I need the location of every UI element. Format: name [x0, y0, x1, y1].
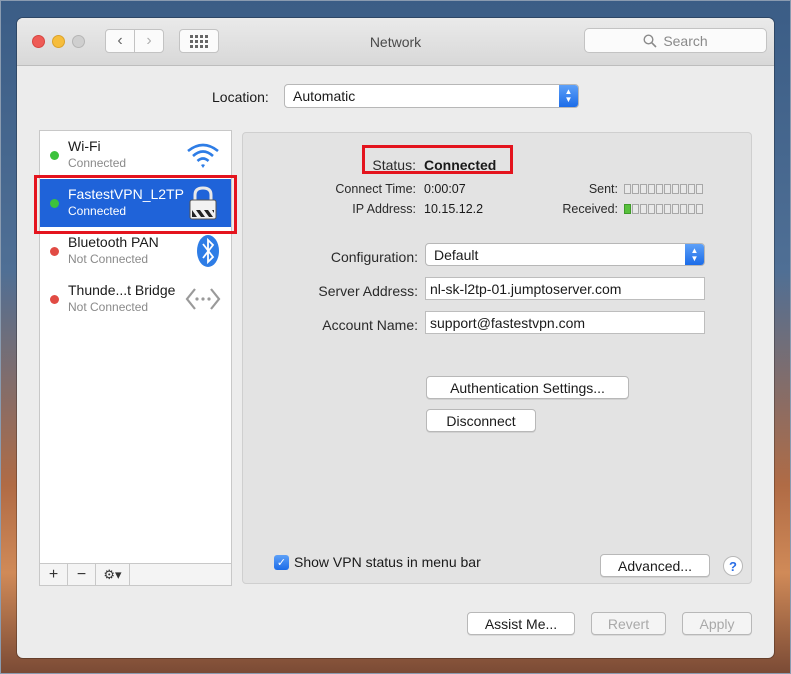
location-label: Location:: [212, 89, 269, 105]
service-list-toolbar: + − ⚙▾: [40, 563, 231, 585]
account-name-input[interactable]: support@fastestvpn.com: [425, 311, 705, 334]
wifi-icon: [187, 143, 219, 168]
sent-label: Sent:: [588, 182, 618, 196]
configuration-value: Default: [434, 246, 479, 263]
connect-time-value: 0:00:07: [424, 182, 466, 196]
location-select[interactable]: Automatic ▲ ▼: [284, 84, 579, 108]
advanced-button[interactable]: Advanced...: [600, 554, 710, 577]
gear-menu-button[interactable]: ⚙▾: [96, 564, 130, 585]
service-name: Wi-Fi: [68, 138, 101, 154]
thunderbolt-bridge-icon: [185, 288, 221, 310]
bluetooth-icon: [197, 235, 219, 267]
title-bar: ‹ › Network Search: [17, 18, 774, 66]
received-meter: [624, 204, 703, 214]
status-dot: [50, 295, 59, 304]
network-preferences-window: ‹ › Network Search Location: Automatic ▲…: [17, 18, 774, 658]
service-item-bluetooth-pan[interactable]: Bluetooth PAN Not Connected: [40, 227, 231, 275]
service-status: Not Connected: [68, 300, 149, 314]
show-vpn-status-label: Show VPN status in menu bar: [294, 554, 481, 570]
configuration-label: Configuration:: [330, 249, 418, 265]
connect-time-label: Connect Time:: [335, 182, 416, 196]
checkmark-icon: ✓: [276, 557, 287, 569]
updown-arrows-icon: ▲ ▼: [685, 244, 704, 265]
server-address-input[interactable]: nl-sk-l2tp-01.jumptoserver.com: [425, 277, 705, 300]
revert-button[interactable]: Revert: [591, 612, 666, 635]
search-icon: [643, 33, 657, 48]
search-placeholder: Search: [663, 32, 708, 49]
show-vpn-status-checkbox[interactable]: ✓: [274, 555, 289, 570]
service-name: Thunde...t Bridge: [68, 282, 176, 298]
apply-button[interactable]: Apply: [682, 612, 752, 635]
help-button[interactable]: ?: [723, 556, 743, 576]
server-address-label: Server Address:: [318, 283, 418, 299]
service-status: Not Connected: [68, 252, 149, 266]
account-name-label: Account Name:: [322, 317, 418, 333]
search-field[interactable]: Search: [584, 28, 767, 53]
service-status: Connected: [68, 156, 127, 170]
updown-arrows-icon: ▲ ▼: [559, 85, 578, 107]
status-dot: [50, 247, 59, 256]
ip-address-value: 10.15.12.2: [424, 202, 484, 216]
service-name: Bluetooth PAN: [68, 234, 159, 250]
status-dot: [50, 151, 59, 160]
disconnect-button[interactable]: Disconnect: [426, 409, 536, 432]
authentication-settings-button[interactable]: Authentication Settings...: [426, 376, 629, 399]
assist-me-button[interactable]: Assist Me...: [467, 612, 575, 635]
vpn-detail-panel: Status: Connected Connect Time: 0:00:07 …: [242, 132, 752, 584]
highlight-box-selected-service: [34, 175, 237, 234]
service-item-wifi[interactable]: Wi-Fi Connected: [40, 131, 231, 179]
remove-service-button[interactable]: −: [68, 564, 96, 585]
sent-meter: [624, 184, 703, 194]
add-service-button[interactable]: +: [40, 564, 68, 585]
highlight-box-status: [362, 145, 513, 174]
service-item-thunderbolt-bridge[interactable]: Thunde...t Bridge Not Connected: [40, 275, 231, 323]
ip-address-label: IP Address:: [352, 202, 416, 216]
received-label: Received:: [562, 202, 618, 216]
location-value: Automatic: [293, 88, 356, 104]
configuration-select[interactable]: Default ▲ ▼: [425, 243, 705, 266]
